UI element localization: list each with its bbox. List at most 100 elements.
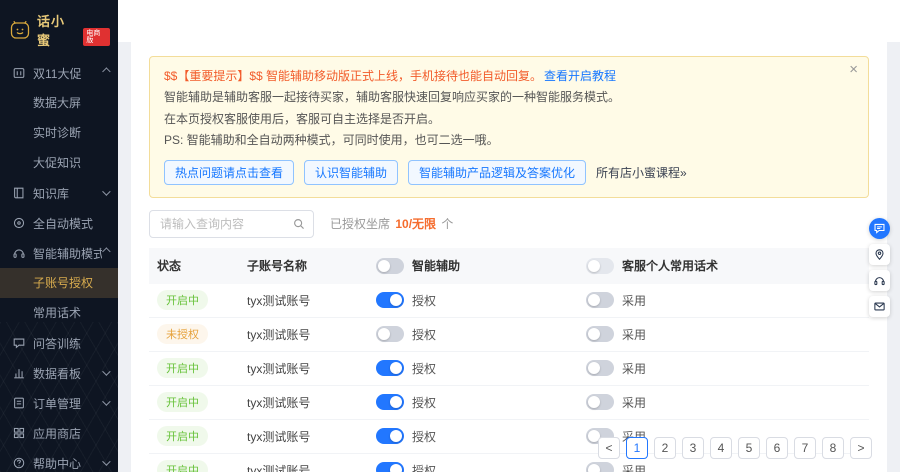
help-icon [12, 456, 26, 470]
floating-toolbar [869, 218, 890, 317]
sidebar-menu: 双11大促数据大屏 实时诊断 大促知识 知识库全自动模式智能辅助模式子账号授权 常用话术… [0, 58, 118, 472]
store-icon [12, 426, 26, 440]
sidebar-item-label: 订单管理 [33, 396, 82, 411]
status-badge: 未授权 [157, 324, 208, 345]
search-input[interactable] [149, 209, 314, 238]
phrases-cell: 采用 [586, 292, 861, 309]
notice-tutorial-link[interactable]: 查看开启教程 [544, 69, 616, 83]
chat-icon[interactable] [869, 218, 890, 239]
assist-toggle[interactable] [376, 428, 404, 445]
sidebar-subitem[interactable]: 数据大屏 [0, 88, 118, 118]
sidebar-item-label: 智能辅助模式 [33, 246, 102, 261]
notice-buttons: 热点问题请点击查看 认识智能辅助 智能辅助产品逻辑及答案优化 所有店小蜜课程» [164, 159, 838, 185]
headset-icon[interactable] [869, 270, 890, 291]
notice-action-button[interactable]: 智能辅助产品逻辑及答案优化 [408, 159, 587, 185]
seats-value: 10/无限 [395, 217, 437, 232]
pagination-page-2[interactable]: 2 [654, 437, 676, 459]
status-badge: 开启中 [157, 290, 208, 311]
assist-toggle[interactable] [376, 326, 404, 343]
seats-unit: 个 [441, 217, 454, 232]
sidebar-item-board[interactable]: 数据看板 [0, 358, 118, 388]
chevron-down-icon [102, 187, 111, 196]
promo-icon [12, 66, 26, 80]
status-badge: 开启中 [157, 358, 208, 379]
sidebar-item-label: 应用商店 [33, 426, 82, 441]
assist-cell: 授权 [376, 360, 586, 377]
account-name-cell: tyx测试账号 [247, 463, 311, 472]
sidebar-item-assist-mode[interactable]: 智能辅助模式 [0, 238, 118, 268]
assist-master-toggle[interactable] [376, 257, 404, 274]
sidebar-item-order[interactable]: 订单管理 [0, 388, 118, 418]
pagination-prev[interactable]: < [598, 437, 620, 459]
phrases-toggle-label: 采用 [622, 327, 647, 342]
phrases-toggle[interactable] [586, 462, 614, 472]
phrases-cell: 采用 [586, 326, 861, 343]
sidebar: 话小蜜 电商版 双11大促 数据大屏 实时诊断 大促知识 知识库 全自动模式 智能辅助模式子… [0, 0, 118, 472]
sidebar-item-label: 数据看板 [33, 366, 82, 381]
sidebar-item-promo[interactable]: 双11大促 [0, 58, 118, 88]
location-icon[interactable] [869, 244, 890, 265]
status-cell: 开启中 [157, 290, 247, 311]
mail-icon[interactable] [869, 296, 890, 317]
notice-title: $$【重要提示】$$ 智能辅助移动版正式上线，手机接待也能自动回复。 查看开启教程 [164, 67, 838, 84]
table-row: 未授权 tyx测试账号 授权 采用 [149, 318, 869, 352]
chevron-down-icon [102, 367, 111, 376]
table-row: 开启中 tyx测试账号 授权 采用 [149, 386, 869, 420]
phrases-toggle[interactable] [586, 360, 614, 377]
pagination-page-3[interactable]: 3 [682, 437, 704, 459]
table-row: 开启中 tyx测试账号 授权 采用 [149, 284, 869, 318]
assist-toggle[interactable] [376, 292, 404, 309]
sidebar-item-qa[interactable]: 问答训练 [0, 328, 118, 358]
pagination-page-1[interactable]: 1 [626, 437, 648, 459]
search-icon [292, 217, 306, 231]
sidebar-subitem[interactable]: 实时诊断 [0, 118, 118, 148]
chevron-up-icon [102, 67, 111, 76]
notice-line: 在本页授权客服使用后，客服可自主选择是否开启。 [164, 111, 441, 126]
sidebar-item-label: 帮助中心 [33, 456, 82, 471]
sidebar-item-store[interactable]: 应用商店 [0, 418, 118, 448]
all-courses-link[interactable]: 所有店小蜜课程» [596, 164, 687, 181]
pagination-page-6[interactable]: 6 [766, 437, 788, 459]
sidebar-item-label: 全自动模式 [33, 216, 94, 231]
app-logo-icon [8, 18, 32, 42]
pagination: <1 2 3 4 5 6 7 8 > [598, 437, 872, 459]
assist-toggle-label: 授权 [412, 429, 437, 444]
sidebar-item-auto-mode[interactable]: 全自动模式 [0, 208, 118, 238]
sidebar-item-knowledge[interactable]: 知识库 [0, 178, 118, 208]
table-row: 开启中 tyx测试账号 授权 采用 [149, 352, 869, 386]
phrases-master-toggle[interactable] [586, 257, 614, 274]
pagination-page-5[interactable]: 5 [738, 437, 760, 459]
status-cell: 开启中 [157, 358, 247, 379]
phrases-toggle[interactable] [586, 292, 614, 309]
assist-toggle[interactable] [376, 394, 404, 411]
status-cell: 未授权 [157, 324, 247, 345]
assist-toggle-label: 授权 [412, 361, 437, 376]
phrases-toggle[interactable] [586, 326, 614, 343]
assist-cell: 授权 [376, 428, 586, 445]
sidebar-subitem[interactable]: 大促知识 [0, 148, 118, 178]
sidebar-item-label: 双11大促 [33, 66, 82, 81]
close-icon[interactable]: × [849, 62, 858, 77]
sidebar-item-help[interactable]: 帮助中心 [0, 448, 118, 472]
content-card: × $$【重要提示】$$ 智能辅助移动版正式上线，手机接待也能自动回复。 查看开启… [131, 42, 887, 472]
status-badge: 开启中 [157, 426, 208, 447]
phrases-toggle[interactable] [586, 394, 614, 411]
pagination-page-8[interactable]: 8 [822, 437, 844, 459]
notice-action-button[interactable]: 认识智能辅助 [304, 159, 399, 185]
app-title: 话小蜜 [37, 14, 66, 48]
pagination-page-4[interactable]: 4 [710, 437, 732, 459]
assist-toggle[interactable] [376, 360, 404, 377]
pagination-page-7[interactable]: 7 [794, 437, 816, 459]
header-assist: 智能辅助 [376, 257, 586, 274]
assist-toggle[interactable] [376, 462, 404, 472]
header-phrases: 客服个人常用话术 [586, 257, 861, 274]
auto-mode-icon [12, 216, 26, 230]
sidebar-subitem[interactable]: 常用话术 [0, 298, 118, 328]
phrases-cell: 采用 [586, 394, 861, 411]
sidebar-subitem[interactable]: 子账号授权 [0, 268, 118, 298]
phrases-cell: 采用 [586, 360, 861, 377]
toolbar: 已授权坐席 10/无限 个 [149, 209, 869, 238]
pagination-next[interactable]: > [850, 437, 872, 459]
table-header: 状态 子账号名称 智能辅助 客服个人常用话术 [149, 247, 869, 284]
notice-action-button[interactable]: 热点问题请点击查看 [164, 159, 295, 185]
